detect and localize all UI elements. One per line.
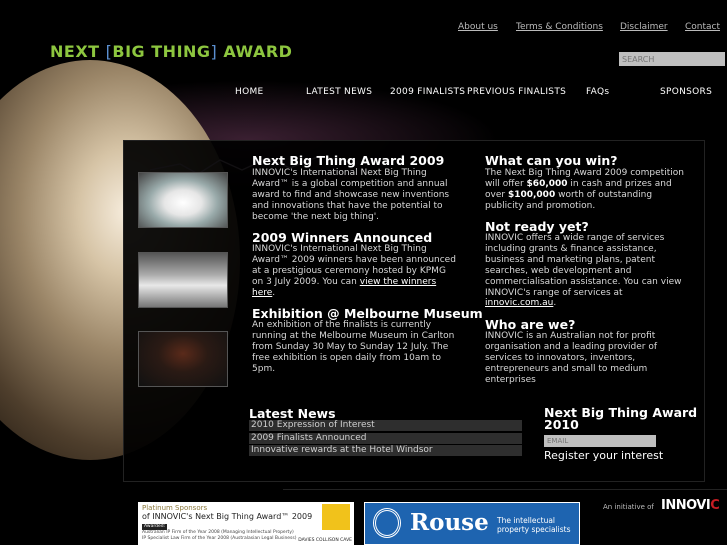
- rouse-logo-icon: [373, 508, 401, 538]
- register-heading: Next Big Thing Award 2010: [544, 405, 698, 432]
- winner-product-image: [138, 252, 228, 308]
- contact-link[interactable]: Contact: [685, 22, 720, 33]
- nav-home[interactable]: HOME: [235, 87, 264, 97]
- latest-news-heading: Latest News: [249, 406, 336, 421]
- not-ready-body: INNOVIC offers a wide range of services …: [485, 233, 682, 298]
- award-2009-text: INNOVIC's International Next Big Thing A…: [252, 168, 450, 222]
- sponsor-rouse-banner[interactable]: Rouse The intellectual property speciali…: [364, 502, 580, 545]
- not-ready-text: INNOVIC offers a wide range of services …: [485, 233, 691, 309]
- worth-amount: $100,000: [507, 189, 556, 200]
- innovic-logo-end: C: [710, 498, 720, 513]
- nav-latest-news[interactable]: LATEST NEWS: [306, 87, 372, 97]
- winners-text: INNOVIC's International Next Big Thing A…: [252, 244, 458, 299]
- innovic-site-link[interactable]: innovic.com.au: [485, 298, 553, 308]
- register-interest-button[interactable]: Register your interest: [544, 449, 663, 462]
- winners-heading: 2009 Winners Announced: [252, 230, 433, 245]
- news-item[interactable]: Innovative rewards at the Hotel Windsor: [249, 445, 522, 456]
- logo-word-award: AWARD: [223, 42, 293, 61]
- nav-faqs[interactable]: FAQs: [586, 87, 609, 97]
- what-can-you-win-text: The Next Big Thing Award 2009 competitio…: [485, 168, 691, 212]
- exhibition-image: [138, 331, 228, 387]
- sponsor-award-label: of INNOVIC's Next Big Thing Award™ 2009: [142, 512, 313, 521]
- innovic-logo[interactable]: INNOVIC: [661, 498, 720, 513]
- logo-bracket-close: ]: [210, 42, 218, 61]
- search-input[interactable]: [619, 52, 725, 66]
- dcc-firm-name: DAVIES COLLISON CAVE: [298, 538, 352, 543]
- dcc-logo-icon: [322, 504, 350, 530]
- news-item[interactable]: 2010 Expression of Interest: [249, 420, 522, 431]
- logo-word-next: NEXT: [50, 42, 100, 61]
- sponsor-dcc-banner[interactable]: Platinum Sponsors of INNOVIC's Next Big …: [138, 502, 354, 545]
- logo-word-big-thing: BIG THING: [112, 42, 211, 61]
- exhibition-text: An exhibition of the finalists is curren…: [252, 320, 455, 374]
- cash-amount: $60,000: [526, 178, 568, 189]
- nav-sponsors[interactable]: SPONSORS: [660, 87, 712, 97]
- email-field[interactable]: [544, 435, 656, 447]
- news-item[interactable]: 2009 Finalists Announced: [249, 433, 522, 444]
- exhibition-heading: Exhibition @ Melbourne Museum: [252, 306, 483, 321]
- initiative-label: An initiative of: [603, 503, 654, 511]
- who-are-we-heading: Who are we?: [485, 317, 576, 332]
- award-2009-heading: Next Big Thing Award 2009: [252, 153, 445, 168]
- sponsor-label: Platinum Sponsors: [142, 504, 208, 512]
- innovic-logo-main: INNOVI: [661, 498, 711, 513]
- site-logo[interactable]: NEXT [BIG THING] AWARD: [50, 42, 292, 61]
- disclaimer-link[interactable]: Disclaimer: [620, 22, 668, 33]
- nav-2009-finalists[interactable]: 2009 FINALISTS: [390, 87, 465, 97]
- not-ready-heading: Not ready yet?: [485, 219, 589, 234]
- who-are-we-text: INNOVIC is an Australian not for profit …: [485, 331, 658, 385]
- award-trophy-image: [138, 172, 228, 228]
- terms-link[interactable]: Terms & Conditions: [516, 22, 603, 33]
- rouse-tagline: The intellectual property specialists: [497, 516, 571, 534]
- rouse-name: Rouse: [410, 509, 489, 536]
- footer-divider: [283, 489, 727, 490]
- nav-previous-finalists[interactable]: PREVIOUS FINALISTS: [467, 87, 566, 97]
- winners-text-end: .: [272, 287, 276, 298]
- about-us-link[interactable]: About us: [458, 22, 502, 33]
- what-can-you-win-heading: What can you win?: [485, 153, 618, 168]
- not-ready-end: .: [553, 298, 557, 309]
